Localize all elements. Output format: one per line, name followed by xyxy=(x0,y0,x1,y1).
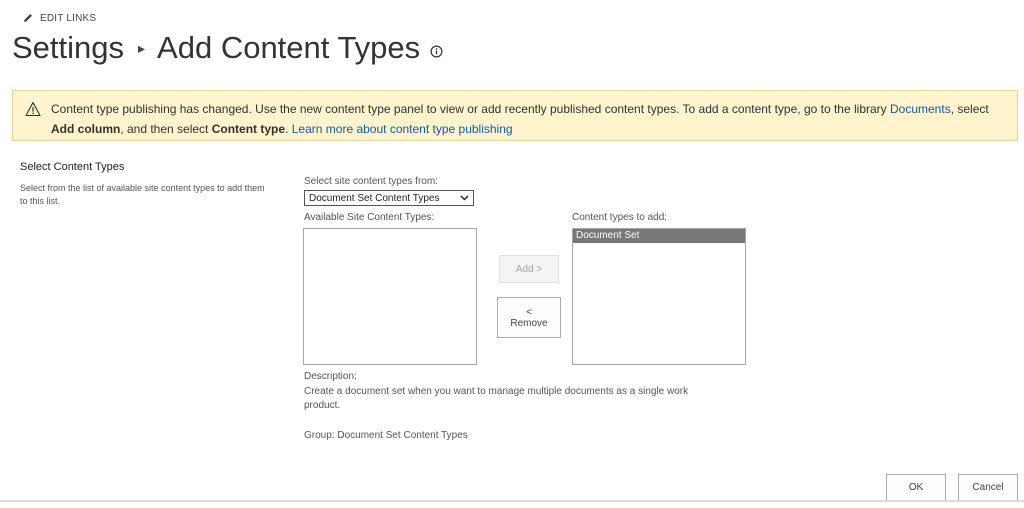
to-add-list-label: Content types to add: xyxy=(572,212,668,223)
page-title: Settings ▸ Add Content Types xyxy=(12,30,443,66)
description-text: Create a document set when you want to m… xyxy=(304,386,689,411)
add-column-text: Add column xyxy=(51,122,121,136)
learn-more-link[interactable]: Learn more about content type publishing xyxy=(292,122,513,136)
warning-icon xyxy=(25,101,41,117)
remove-button[interactable]: < Remove xyxy=(497,297,561,338)
chevron-down-icon xyxy=(460,195,469,201)
content-type-source-select[interactable]: Document Set Content Types xyxy=(304,190,474,206)
banner-text: Content type publishing has changed. Use… xyxy=(51,102,989,136)
section-description: Select from the list of available site c… xyxy=(20,183,265,206)
cancel-button[interactable]: Cancel xyxy=(958,474,1018,501)
add-button[interactable]: Add > xyxy=(499,255,559,283)
edit-links-link[interactable]: EDIT LINKS xyxy=(22,12,96,24)
source-select-label: Select site content types from: xyxy=(304,176,438,187)
edit-links-label: EDIT LINKS xyxy=(40,12,97,24)
breadcrumb-current: Add Content Types xyxy=(157,30,421,65)
content-types-to-add-list[interactable]: Document Set xyxy=(572,228,746,365)
list-item[interactable]: Document Set xyxy=(573,229,745,243)
breadcrumb-separator: ▸ xyxy=(138,39,146,56)
available-list-label: Available Site Content Types: xyxy=(304,212,435,223)
ok-button[interactable]: OK xyxy=(886,474,946,501)
documents-library-link[interactable]: Documents xyxy=(890,102,951,116)
pencil-icon xyxy=(24,14,32,22)
description-label: Description: xyxy=(304,371,357,382)
section-title: Select Content Types xyxy=(20,161,125,173)
publishing-banner: Content type publishing has changed. Use… xyxy=(12,90,1018,141)
page-bottom-divider xyxy=(0,500,1024,502)
available-content-types-list[interactable] xyxy=(303,228,477,365)
source-select-value: Document Set Content Types xyxy=(309,192,440,204)
group-text: Group: Document Set Content Types xyxy=(304,430,468,441)
info-icon[interactable] xyxy=(430,45,443,58)
content-type-text: Content type xyxy=(211,122,286,136)
breadcrumb-settings[interactable]: Settings xyxy=(12,30,124,66)
